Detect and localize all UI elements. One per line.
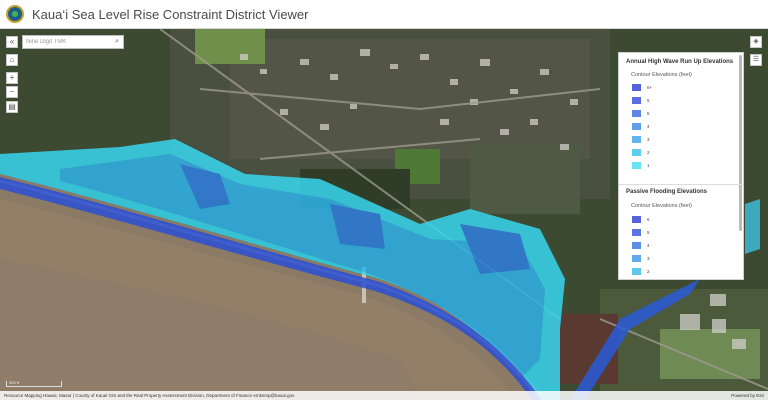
- app-title: Kaua‘i Sea Level Rise Constraint Distric…: [32, 6, 309, 22]
- layers-icon[interactable]: ◈: [750, 36, 762, 48]
- county-seal-icon: [6, 5, 24, 23]
- legend-toggle-icon[interactable]: ☰: [750, 54, 762, 66]
- legend-item: 4: [632, 122, 650, 131]
- legend-item: 2: [632, 148, 650, 157]
- legend-item: 4: [632, 241, 650, 250]
- legend-item: 3: [632, 254, 650, 263]
- legend-item: 5: [632, 96, 650, 105]
- app-header: Kaua‘i Sea Level Rise Constraint Distric…: [0, 0, 768, 29]
- legend-item: 6: [632, 215, 650, 224]
- legend-divider: [619, 184, 743, 185]
- legend-section-title: Passive Flooding Elevations: [626, 189, 708, 195]
- zoom-in-button[interactable]: +: [6, 72, 18, 84]
- legend-item: 1: [632, 161, 650, 170]
- legend-section-title: Annual High Wave Run Up Elevations: [626, 59, 734, 65]
- legend-item: 6+: [632, 83, 652, 92]
- legend-item: 2: [632, 267, 650, 276]
- collapse-panel-button[interactable]: «: [6, 36, 18, 48]
- legend-section-subtitle: Contour Elevations (feet): [631, 203, 692, 209]
- legend-scrollbar[interactable]: [739, 55, 742, 231]
- legend-item: 5: [632, 109, 650, 118]
- search-icon[interactable]: ⌕: [111, 38, 123, 46]
- basemap-toggle-button[interactable]: ▤: [6, 101, 18, 113]
- powered-by-link[interactable]: Powered by Esri: [731, 393, 764, 398]
- zoom-out-button[interactable]: −: [6, 86, 18, 98]
- legend-item: 3: [632, 135, 650, 144]
- legend-item: 5: [632, 228, 650, 237]
- legend-panel: Annual High Wave Run Up Elevations Conto…: [618, 52, 744, 280]
- attribution-text: Resource Mapping Hawaii, Maxar | County …: [4, 393, 295, 398]
- search-widget: ⌕: [22, 35, 124, 49]
- search-input[interactable]: [23, 36, 112, 48]
- home-button[interactable]: ⌂: [6, 54, 18, 66]
- scale-bar: 300 ft: [6, 381, 62, 387]
- attribution-bar: Resource Mapping Hawaii, Maxar | County …: [0, 391, 768, 400]
- legend-section-subtitle: Contour Elevations (feet): [631, 72, 692, 78]
